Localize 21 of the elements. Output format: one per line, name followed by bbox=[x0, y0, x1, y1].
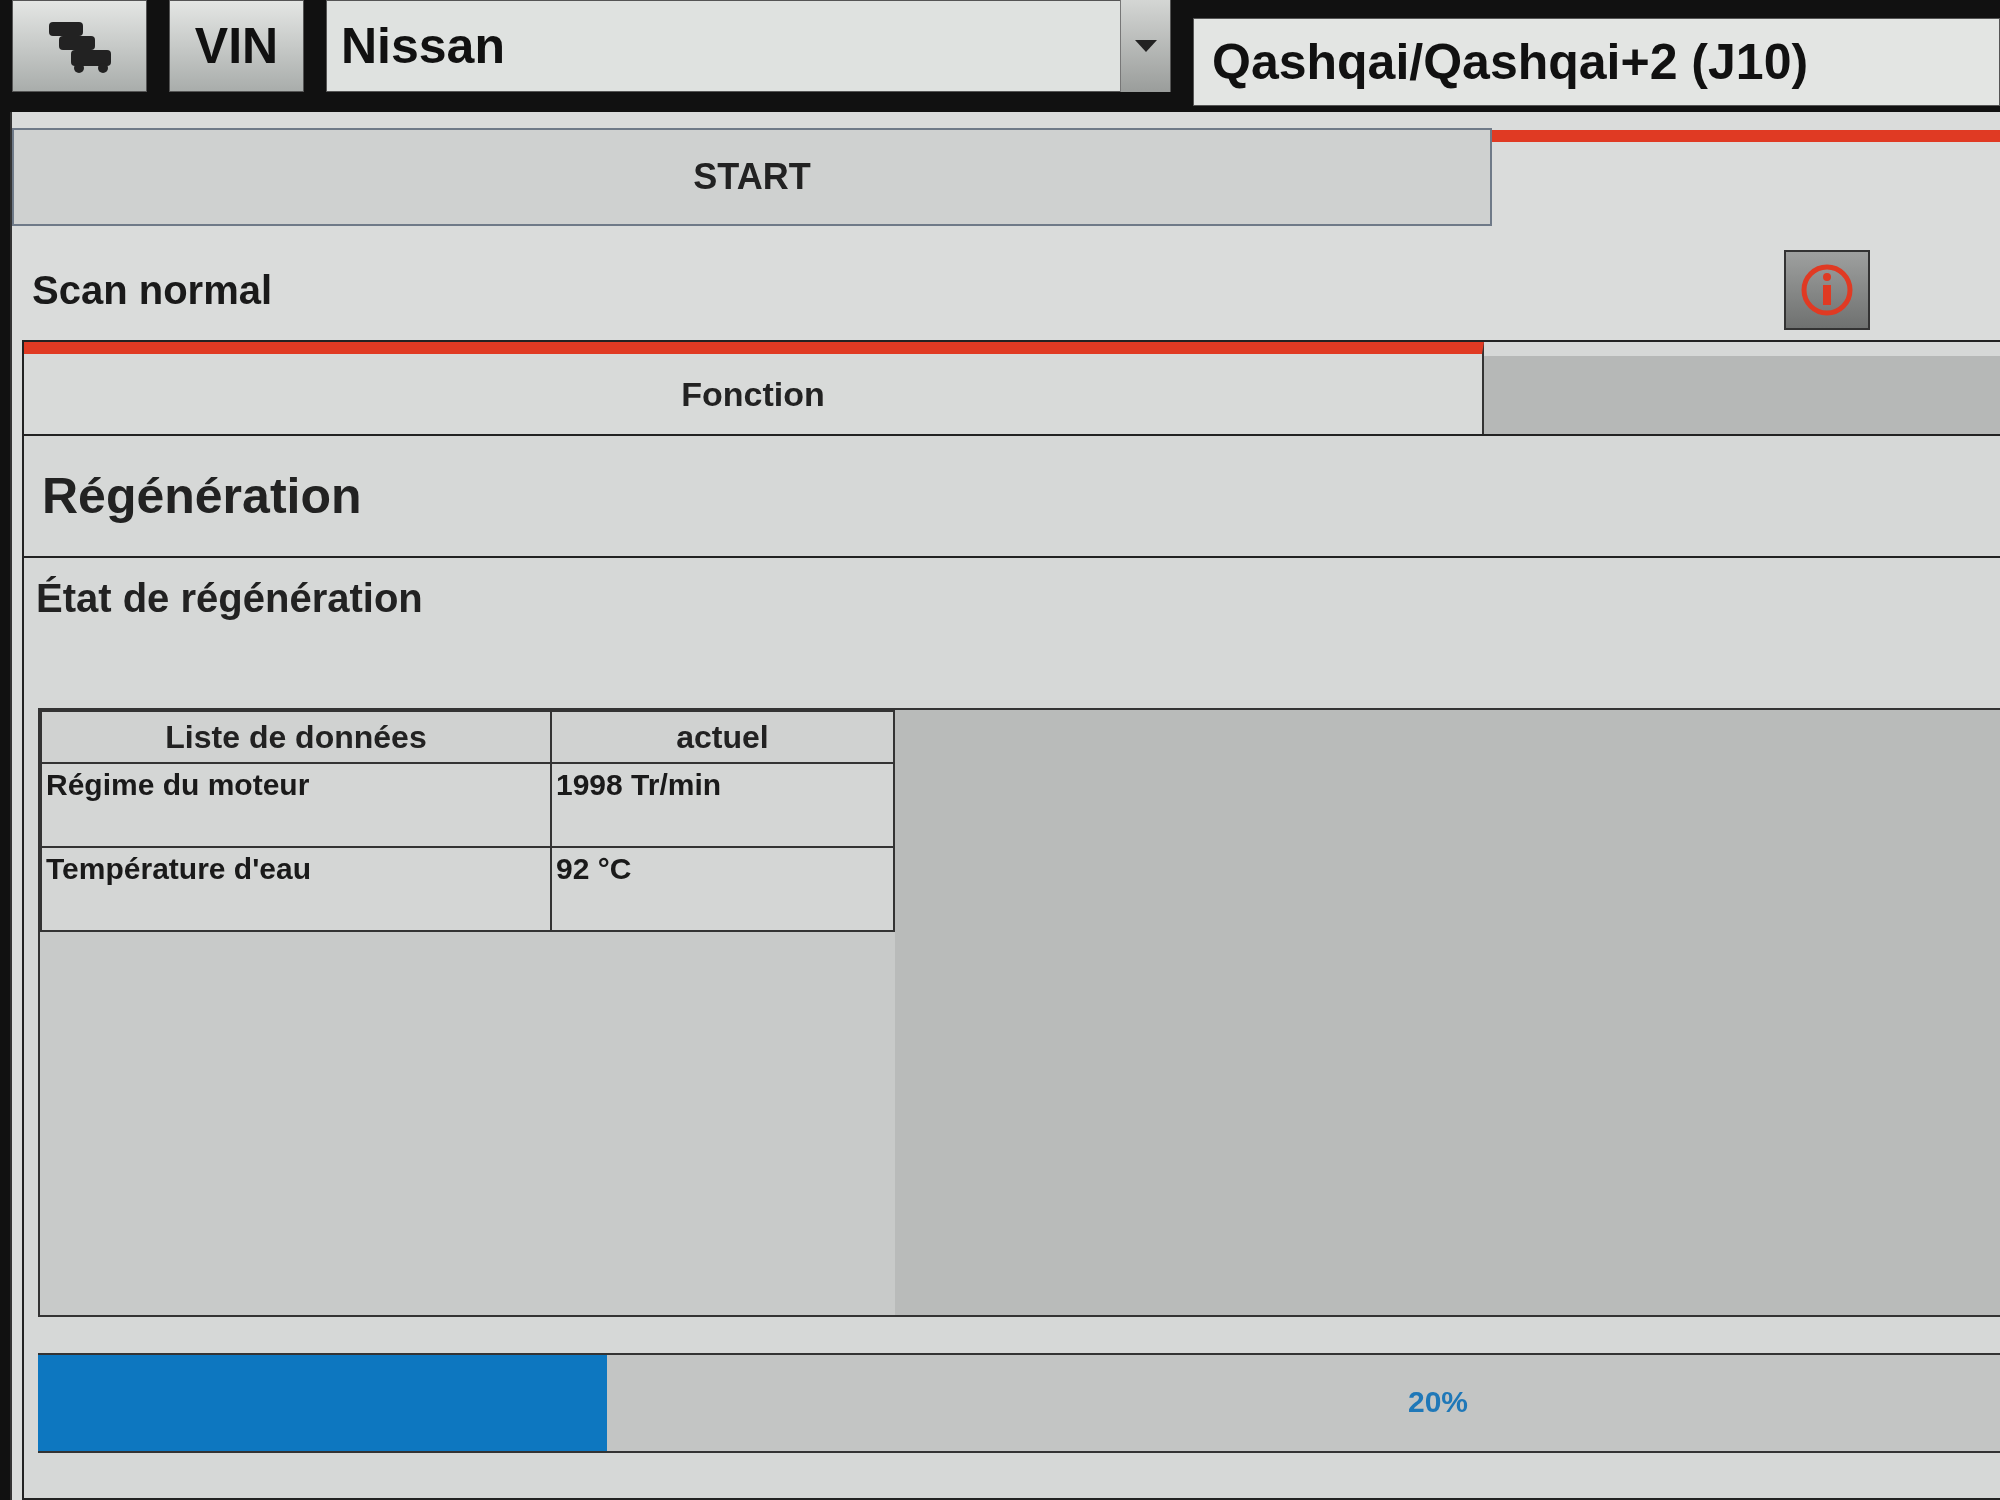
make-dropdown[interactable]: Nissan bbox=[326, 0, 1171, 92]
make-value: Nissan bbox=[341, 17, 505, 75]
dropdown-button[interactable] bbox=[1120, 0, 1170, 92]
vin-button[interactable]: VIN bbox=[169, 0, 304, 92]
column-header: Liste de données bbox=[41, 711, 551, 763]
column-header: actuel bbox=[551, 711, 894, 763]
info-icon bbox=[1800, 263, 1854, 317]
caret-icon bbox=[1134, 40, 1157, 52]
info-button[interactable] bbox=[1784, 250, 1870, 330]
progress-reading: 20% bbox=[1408, 1385, 1469, 1419]
vehicles-button[interactable] bbox=[12, 0, 147, 92]
table-cell: Température d'eau bbox=[41, 847, 551, 931]
section-title: État de régénération bbox=[36, 576, 423, 620]
table-cell: Régime du moteur bbox=[41, 763, 551, 847]
page-title: Régénération bbox=[24, 436, 2000, 558]
table-cell: 1998 Tr/min bbox=[551, 763, 894, 847]
tab[interactable]: Fonction bbox=[24, 342, 1484, 434]
model-field[interactable]: Qashqai/Qashqai+2 (J10) bbox=[1193, 18, 2000, 106]
tab[interactable]: START bbox=[12, 128, 1492, 226]
table-cell: 92 °C bbox=[551, 847, 894, 931]
mode-label: Scan normal bbox=[32, 267, 273, 313]
